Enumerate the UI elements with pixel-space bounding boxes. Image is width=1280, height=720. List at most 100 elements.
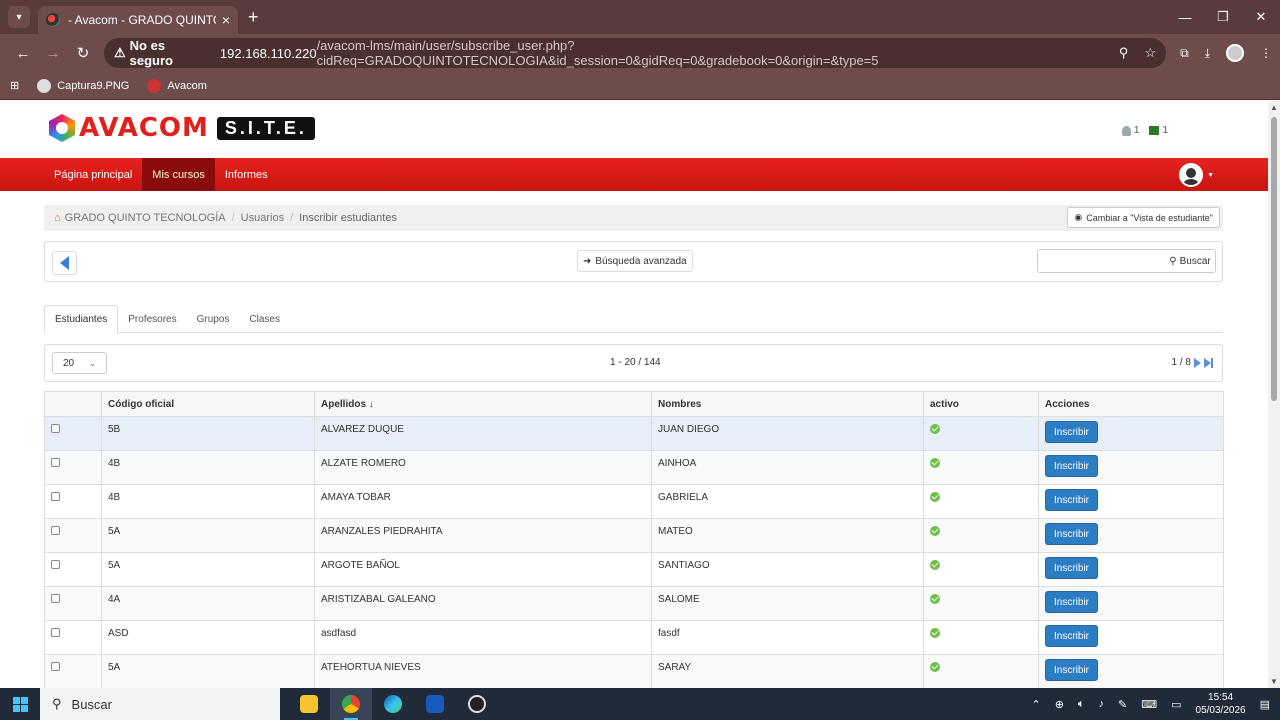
table-row: 5A ARANZALES PIEDRAHITA MATEO Inscribir	[44, 518, 1224, 553]
taskbar-search[interactable]: ⚲ Buscar	[40, 688, 280, 720]
new-tab-icon[interactable]: +	[248, 7, 259, 28]
column-header-firstname[interactable]: Nombres	[651, 391, 924, 417]
code-cell: 4B	[101, 484, 315, 519]
tab-classes[interactable]: Clases	[239, 305, 290, 333]
row-checkbox[interactable]	[51, 458, 60, 467]
clock[interactable]: 15:54 05/03/2026	[1196, 691, 1246, 717]
subscribe-button[interactable]: Inscribir	[1045, 455, 1099, 477]
bookmark-captura[interactable]: Captura9.PNG	[37, 78, 129, 93]
last-page-icon[interactable]	[1204, 357, 1213, 368]
microphone-icon[interactable]: ♪	[1099, 698, 1105, 710]
column-header-active[interactable]: activo	[923, 391, 1039, 417]
user-menu[interactable]: ▼	[1179, 163, 1214, 187]
nav-home[interactable]: Página principal	[44, 158, 142, 191]
row-checkbox[interactable]	[51, 526, 60, 535]
subscribe-button[interactable]: Inscribir	[1045, 523, 1099, 545]
subscribe-button[interactable]: Inscribir	[1045, 489, 1099, 511]
firstname-cell: fasdf	[651, 620, 924, 655]
pen-icon[interactable]: ✎	[1118, 698, 1127, 711]
page-scrollbar[interactable]: ▲ ▼	[1268, 101, 1280, 688]
column-header-lastname[interactable]: Apellidos ↓	[314, 391, 652, 417]
restore-icon[interactable]: ❐	[1204, 0, 1242, 34]
display-icon[interactable]: ▭	[1171, 698, 1181, 711]
url-field[interactable]: ⚠ No es seguro 192.168.110.220 /avacom-l…	[104, 38, 1167, 68]
subscribe-button[interactable]: Inscribir	[1045, 625, 1099, 647]
next-page-icon[interactable]	[1194, 357, 1201, 368]
tab-search-icon[interactable]: ▾	[8, 6, 30, 28]
column-header-code[interactable]: Código oficial	[101, 391, 315, 417]
per-page-select[interactable]: 20 ⌄	[52, 352, 107, 374]
tab-teachers[interactable]: Profesores	[118, 305, 186, 333]
row-checkbox[interactable]	[51, 628, 60, 637]
table-row: 5A ATEHORTUA NIEVES SARAY Inscribir	[44, 654, 1224, 688]
keyboard-icon[interactable]: ⌨	[1141, 698, 1157, 711]
online-users[interactable]: 1	[1121, 125, 1139, 136]
breadcrumb-separator: /	[231, 212, 235, 224]
network-icon[interactable]: ⊕	[1055, 698, 1064, 711]
search-button[interactable]: ⚲ Buscar	[1165, 249, 1216, 273]
subscribe-button[interactable]: Inscribir	[1045, 557, 1099, 579]
check-circle-icon	[930, 424, 940, 434]
bookmark-star-icon[interactable]: ☆	[1144, 45, 1156, 61]
subscribe-button[interactable]: Inscribir	[1045, 659, 1099, 681]
obs-app[interactable]	[456, 688, 498, 720]
site-logo[interactable]: AVACOM S.I.T.E.	[49, 113, 315, 143]
actions-cell: Inscribir	[1038, 654, 1224, 688]
scroll-down-icon[interactable]: ▼	[1270, 677, 1278, 686]
file-explorer-app[interactable]	[288, 688, 330, 720]
active-cell	[923, 654, 1039, 688]
row-checkbox[interactable]	[51, 594, 60, 603]
firstname-cell: SALOME	[651, 586, 924, 621]
back-button[interactable]	[52, 251, 77, 275]
table-row: 4B AMAYA TOBAR GABRIELA Inscribir	[44, 484, 1224, 519]
scrollbar-thumb[interactable]	[1271, 117, 1277, 401]
nav-my-courses[interactable]: Mis cursos	[142, 158, 215, 191]
advanced-search-button[interactable]: ➜ Búsqueda avanzada	[577, 250, 693, 272]
tab-students[interactable]: Estudiantes	[44, 305, 119, 334]
volume-icon[interactable]: 🔈︎	[1078, 698, 1085, 711]
breadcrumb-users[interactable]: Usuarios	[241, 212, 284, 224]
breadcrumb-course[interactable]: GRADO QUINTO TECNOLOGÍA	[65, 212, 226, 224]
student-view-button[interactable]: ◉ Cambiar a "Vista de estudiante"	[1067, 207, 1220, 228]
download-icon[interactable]: ⤓	[1205, 46, 1210, 61]
start-button[interactable]	[0, 696, 40, 712]
browser-menu-icon[interactable]: ⋮	[1260, 46, 1272, 60]
row-checkbox[interactable]	[51, 560, 60, 569]
browser-tab[interactable]: - Avacom - GRADO QUINTO TEC ×	[38, 6, 238, 34]
profile-avatar[interactable]	[1226, 44, 1244, 62]
apps-grid-icon[interactable]: ⊞	[10, 79, 19, 92]
nav-reports[interactable]: Informes	[215, 158, 278, 191]
row-checkbox[interactable]	[51, 662, 60, 671]
subscribe-button[interactable]: Inscribir	[1045, 421, 1099, 443]
code-cell: 4A	[101, 586, 315, 621]
search-input[interactable]	[1037, 249, 1166, 273]
row-checkbox[interactable]	[51, 424, 60, 433]
extensions-icon[interactable]: ⧉	[1180, 46, 1189, 61]
close-window-icon[interactable]: ✕	[1242, 0, 1280, 34]
table-row: 4A ARISTIZABAL GALEANO SALOME Inscribir	[44, 586, 1224, 621]
scroll-up-icon[interactable]: ▲	[1270, 103, 1278, 112]
edge-app[interactable]	[372, 688, 414, 720]
zoom-icon[interactable]: ⚲	[1119, 45, 1129, 61]
actions-cell: Inscribir	[1038, 586, 1224, 621]
reload-icon[interactable]: ↻	[68, 44, 98, 62]
minimize-icon[interactable]: —	[1166, 0, 1204, 34]
advanced-search-label: Búsqueda avanzada	[595, 255, 687, 267]
bookmark-avacom[interactable]: Avacom	[147, 78, 207, 93]
warning-icon: ⚠	[114, 45, 126, 60]
actions-cell: Inscribir	[1038, 552, 1224, 587]
back-icon[interactable]: ←	[8, 45, 38, 62]
forward-icon[interactable]: →	[38, 45, 68, 62]
subscribe-button[interactable]: Inscribir	[1045, 591, 1099, 613]
security-chip[interactable]: ⚠ No es seguro	[114, 38, 210, 68]
close-tab-icon[interactable]: ×	[222, 12, 230, 28]
messages[interactable]: 1	[1149, 125, 1168, 136]
browser-tab-bar: ▾ - Avacom - GRADO QUINTO TEC × + — ❐ ✕	[0, 0, 1280, 34]
tab-groups[interactable]: Grupos	[187, 305, 240, 333]
active-cell	[923, 518, 1039, 553]
chevron-up-icon[interactable]: ⌃	[1031, 698, 1040, 711]
row-checkbox[interactable]	[51, 492, 60, 501]
notifications-icon[interactable]: ▤	[1260, 698, 1270, 711]
word-app[interactable]	[414, 688, 456, 720]
chrome-app[interactable]	[330, 688, 372, 720]
